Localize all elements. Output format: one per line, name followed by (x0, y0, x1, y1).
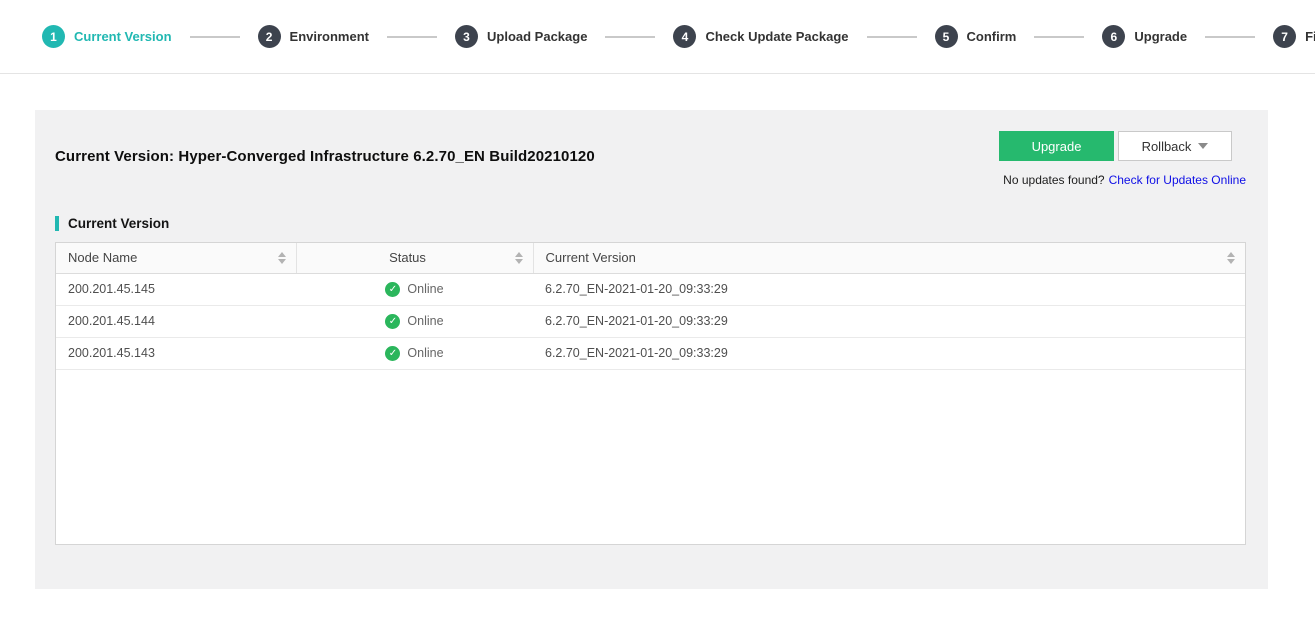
table-header-row: Node Name Status Current Version (56, 243, 1245, 273)
nodes-table: Node Name Status Current Version 200.201 (55, 242, 1246, 545)
table-row[interactable]: 200.201.45.145 Online 6.2.70_EN-2021-01-… (56, 273, 1245, 305)
node-name-header-label: Node Name (68, 250, 137, 265)
step-connector (1034, 36, 1084, 38)
step-7-badge: 7 (1273, 25, 1296, 48)
node-name-cell: 200.201.45.145 (56, 273, 296, 305)
step-3-label: Upload Package (487, 29, 587, 44)
button-row: Upgrade Rollback (999, 131, 1232, 161)
section-header: Current Version (55, 216, 1246, 231)
version-cell: 6.2.70_EN-2021-01-20_09:33:29 (533, 305, 1245, 337)
table-row[interactable]: 200.201.45.144 Online 6.2.70_EN-2021-01-… (56, 305, 1245, 337)
step-confirm: 5 Confirm (935, 25, 1017, 48)
step-connector (190, 36, 240, 38)
version-cell: 6.2.70_EN-2021-01-20_09:33:29 (533, 337, 1245, 369)
status-cell: Online (296, 337, 533, 369)
update-hint: No updates found? Check for Updates Onli… (1003, 173, 1246, 187)
no-updates-text: No updates found? (1003, 173, 1104, 187)
online-status-icon (385, 346, 400, 361)
sort-icon[interactable] (278, 252, 286, 264)
step-connector (605, 36, 655, 38)
step-connector (1205, 36, 1255, 38)
table-row[interactable]: 200.201.45.143 Online 6.2.70_EN-2021-01-… (56, 337, 1245, 369)
step-upload-package: 3 Upload Package (455, 25, 587, 48)
section-title: Current Version (68, 216, 169, 231)
status-cell: Online (296, 273, 533, 305)
step-7-label: Finish (1305, 29, 1315, 44)
current-version-header-label: Current Version (546, 250, 636, 265)
check-updates-online-link[interactable]: Check for Updates Online (1109, 173, 1246, 187)
panel-header: Current Version: Hyper-Converged Infrast… (55, 110, 1246, 187)
step-6-label: Upgrade (1134, 29, 1187, 44)
rollback-label: Rollback (1142, 139, 1192, 154)
status-label: Online (407, 346, 443, 360)
wizard-stepper: 1 Current Version 2 Environment 3 Upload… (0, 0, 1315, 74)
step-finish: 7 Finish (1273, 25, 1315, 48)
step-5-badge: 5 (935, 25, 958, 48)
version-cell: 6.2.70_EN-2021-01-20_09:33:29 (533, 273, 1245, 305)
status-cell: Online (296, 305, 533, 337)
step-upgrade: 6 Upgrade (1102, 25, 1187, 48)
step-current-version: 1 Current Version (42, 25, 172, 48)
column-header-node-name[interactable]: Node Name (56, 243, 296, 273)
step-4-label: Check Update Package (705, 29, 848, 44)
step-2-badge: 2 (258, 25, 281, 48)
step-2-label: Environment (290, 29, 369, 44)
step-1-badge: 1 (42, 25, 65, 48)
status-label: Online (407, 314, 443, 328)
page-title: Current Version: Hyper-Converged Infrast… (55, 148, 595, 165)
current-version-panel: Current Version: Hyper-Converged Infrast… (35, 110, 1268, 589)
step-5-label: Confirm (967, 29, 1017, 44)
step-1-label: Current Version (74, 29, 172, 44)
column-header-status[interactable]: Status (296, 243, 533, 273)
section-accent-bar (55, 216, 59, 231)
node-name-cell: 200.201.45.143 (56, 337, 296, 369)
online-status-icon (385, 282, 400, 297)
sort-icon[interactable] (1227, 252, 1235, 264)
node-name-cell: 200.201.45.144 (56, 305, 296, 337)
online-status-icon (385, 314, 400, 329)
sort-icon[interactable] (515, 252, 523, 264)
status-header-label: Status (389, 250, 426, 265)
step-environment: 2 Environment (258, 25, 369, 48)
rollback-button[interactable]: Rollback (1118, 131, 1232, 161)
step-4-badge: 4 (673, 25, 696, 48)
chevron-down-icon (1198, 143, 1208, 149)
column-header-current-version[interactable]: Current Version (533, 243, 1245, 273)
step-check-update-package: 4 Check Update Package (673, 25, 848, 48)
upgrade-button[interactable]: Upgrade (999, 131, 1114, 161)
step-6-badge: 6 (1102, 25, 1125, 48)
step-3-badge: 3 (455, 25, 478, 48)
step-connector (387, 36, 437, 38)
step-connector (867, 36, 917, 38)
status-label: Online (407, 282, 443, 296)
action-area: Upgrade Rollback No updates found? Check… (999, 131, 1246, 187)
